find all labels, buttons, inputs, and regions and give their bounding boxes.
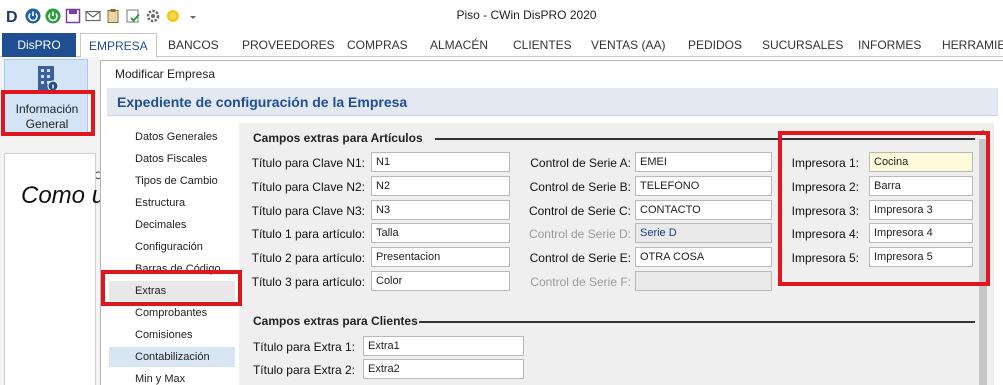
nav-item-datos-generales[interactable]: Datos Generales — [109, 127, 235, 147]
titulo-3-label: Título 3 para artículo: — [251, 275, 365, 289]
tab-herramientas[interactable]: HERRAMIEN — [942, 33, 1003, 57]
serie-b-label: Control de Serie B: — [529, 180, 631, 194]
tab-bancos[interactable]: BANCOS — [168, 33, 219, 57]
background-document: Como u — [4, 153, 105, 385]
dialog-header-text: Expediente de configuración de la Empres… — [117, 94, 408, 110]
serie-c-input[interactable]: CONTACTO — [635, 200, 772, 220]
tab-dispro[interactable]: DisPRO — [2, 33, 76, 57]
nav-item-comprobantes[interactable]: Comprobantes — [109, 303, 235, 323]
window-title: Piso - CWin DisPRO 2020 — [456, 8, 597, 22]
impresora-4-input[interactable]: Impresora 4 — [869, 223, 973, 243]
informacion-general-label: Información General — [15, 102, 79, 131]
building-icon — [37, 64, 59, 95]
clave-n3-label: Título para Clave N3: — [251, 204, 365, 218]
nav-item-estructura[interactable]: Estructura — [109, 193, 235, 213]
serie-c-label: Control de Serie C: — [528, 204, 631, 218]
background-text: Como u — [21, 182, 106, 209]
scroll-thumb[interactable] — [979, 139, 987, 385]
serie-d-label: Control de Serie D: — [528, 227, 631, 241]
nav-item-comisiones[interactable]: Comisiones — [109, 325, 235, 345]
impresora-3-label: Impresora 3: — [791, 204, 859, 218]
extra-1-label: Título para Extra 1: — [252, 340, 355, 354]
impresora-2-label: Impresora 2: — [791, 180, 859, 194]
impresora-2-input[interactable]: Barra — [869, 176, 973, 196]
dialog-header: Expediente de configuración de la Empres… — [107, 88, 998, 116]
tab-ventas[interactable]: VENTAS (AA) — [591, 33, 665, 57]
titulo-2-label: Título 2 para artículo: — [251, 251, 365, 265]
serie-e-input[interactable]: OTRA COSA — [635, 247, 772, 267]
tab-sucursales[interactable]: SUCURSALES — [762, 33, 843, 57]
serie-a-input[interactable]: EMEI — [635, 152, 772, 172]
clave-n2-input[interactable]: N2 — [371, 176, 510, 196]
serie-e-label: Control de Serie E: — [529, 251, 631, 265]
ribbon-tab-bar: DisPRO EMPRESA BANCOS PROVEEDORES COMPRA… — [0, 32, 1003, 58]
scroll-up-icon[interactable]: ▲ — [979, 127, 987, 136]
nav-item-tipos-de-cambio[interactable]: Tipos de Cambio — [109, 171, 235, 191]
clave-n2-label: Título para Clave N2: — [251, 180, 365, 194]
modificar-empresa-dialog: Modificar Empresa Expediente de configur… — [100, 60, 1003, 385]
extra-2-input[interactable]: Extra2 — [363, 359, 524, 379]
tab-compras[interactable]: COMPRAS — [347, 33, 408, 57]
impresora-1-input[interactable]: Cocina — [869, 152, 973, 172]
nav-item-datos-fiscales[interactable]: Datos Fiscales — [109, 149, 235, 169]
tab-empresa[interactable]: EMPRESA — [80, 33, 157, 58]
tab-clientes[interactable]: CLIENTES — [513, 33, 572, 57]
dialog-title: Modificar Empresa — [115, 67, 216, 81]
tab-almacen[interactable]: ALMACÉN — [430, 33, 488, 57]
serie-f-input — [635, 271, 772, 291]
serie-a-label: Control de Serie A: — [530, 156, 631, 170]
impresora-5-label: Impresora 5: — [791, 251, 859, 265]
section-title-articulos: Campos extras para Artículos — [253, 131, 423, 145]
impresora-1-label: Impresora 1: — [791, 156, 859, 170]
serie-b-input[interactable]: TELEFONO — [635, 176, 772, 196]
titulo-1-label: Título 1 para artículo: — [251, 227, 365, 241]
tab-pedidos[interactable]: PEDIDOS — [688, 33, 742, 57]
titulo-3-input[interactable]: Color — [371, 271, 510, 291]
title-bar: D Piso - CWin DisPRO 2020 — [0, 0, 1003, 32]
nav-item-decimales[interactable]: Decimales — [109, 215, 235, 235]
nav-item-min-y-max[interactable]: Min y Max — [109, 369, 235, 385]
serie-d-input: Serie D — [635, 223, 772, 243]
nav-item-configuracion[interactable]: Configuración — [109, 237, 235, 257]
ribbon-group-empresa: Información General C Como u — [0, 57, 105, 385]
section-divider — [435, 138, 975, 140]
section-title-clientes: Campos extras para Clientes — [253, 314, 418, 328]
tab-informes[interactable]: INFORMES — [858, 33, 921, 57]
titulo-2-input[interactable]: Presentacion — [371, 247, 510, 267]
impresora-5-input[interactable]: Impresora 5 — [869, 247, 973, 267]
impresora-4-label: Impresora 4: — [791, 227, 859, 241]
informacion-general-button[interactable]: Información General — [4, 59, 88, 135]
extra-2-label: Título para Extra 2: — [252, 363, 355, 377]
impresora-3-input[interactable]: Impresora 3 — [869, 200, 973, 220]
extra-1-input[interactable]: Extra1 — [363, 336, 524, 356]
vertical-scrollbar[interactable]: ▲ — [977, 125, 989, 385]
clave-n3-input[interactable]: N3 — [371, 200, 510, 220]
tab-proveedores[interactable]: PROVEEDORES — [242, 33, 335, 57]
settings-nav: Datos Generales Datos Fiscales Tipos de … — [109, 123, 239, 385]
extras-content: Campos extras para Artículos Título para… — [239, 123, 994, 385]
nav-item-extras[interactable]: Extras — [109, 281, 235, 301]
nav-item-contabilizacion[interactable]: Contabilización — [109, 347, 235, 367]
serie-f-label: Control de Serie F: — [530, 275, 631, 289]
clave-n1-label: Título para Clave N1: — [251, 156, 365, 170]
nav-item-barras-de-codigo[interactable]: Barras de Código — [109, 259, 235, 279]
titulo-1-input[interactable]: Talla — [371, 223, 510, 243]
section-divider — [419, 321, 975, 323]
clave-n1-input[interactable]: N1 — [371, 152, 510, 172]
